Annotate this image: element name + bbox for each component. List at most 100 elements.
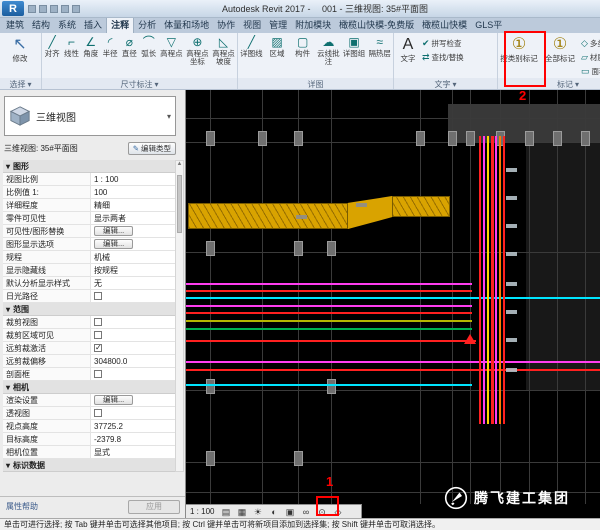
detail-level-icon[interactable]: ▤ [221,506,230,518]
crop-visible-checkbox[interactable] [94,331,102,339]
tab-collaborate[interactable]: 协作 [213,18,239,33]
tab-glsmodel[interactable]: 橄榄山快模 [418,18,471,33]
property-value[interactable]: 37725.2 [91,420,175,432]
detail-component-icon: ▢ [297,35,308,50]
sun-path-icon[interactable]: ☀ [253,506,262,518]
render-settings-button[interactable]: 编辑... [94,395,133,405]
tab-glsmodel-free[interactable]: 橄榄山快模-免费版 [335,18,418,33]
spell-check-button[interactable]: ✔ 拼写检查 [422,38,494,49]
perspective-checkbox[interactable] [94,409,102,417]
property-row: 视点高度37725.2 [3,420,175,433]
shadows-icon[interactable]: ◐ [269,506,278,518]
tab-annotate[interactable]: 注释 [106,18,134,33]
material-tag-button[interactable]: ▱ 材质标记 [581,52,600,63]
find-replace-icon: ⇄ [422,52,430,63]
property-row: 裁剪区域可见 [3,329,175,342]
find-replace-button[interactable]: ⇄ 查找/替换 [422,52,494,63]
panel-label-text[interactable]: 文字▾ [394,78,497,90]
detail-line-button[interactable]: ╱ 详图线 [239,35,264,58]
visual-style-icon[interactable]: ▦ [237,506,246,518]
tab-gls[interactable]: GLS平 [471,18,506,33]
property-value[interactable]: 无 [91,277,175,289]
property-rows: ▾图形 视图比例1 : 100 比例值 1:100 详细程度精细 零件可见性显示… [3,160,175,472]
tab-addins[interactable]: 附加模块 [291,18,335,33]
dim-diameter-button[interactable]: ⌀ 直径 [120,35,138,58]
filled-region-icon: ▨ [271,35,282,50]
property-row: 透视图 [3,407,175,420]
property-row: 图形显示选项编辑... [3,238,175,251]
text-button[interactable]: A 文字 [395,35,421,63]
property-value[interactable]: 1 : 100 [91,173,175,185]
section-camera[interactable]: ▾相机 [3,381,175,394]
section-identity-data[interactable]: ▾标识数据 [3,459,175,472]
property-value[interactable]: 显示两者 [91,212,175,224]
tab-analyze[interactable]: 分析 [134,18,160,33]
tab-insert[interactable]: 插入 [80,18,106,33]
region-button[interactable]: ▨ 区域 [265,35,290,58]
revit-app-menu-icon[interactable]: R [2,1,24,16]
tab-structure[interactable]: 结构 [28,18,54,33]
temporary-hide-isolate-icon[interactable]: ∞ [301,506,310,518]
type-selector-label: 三维视图 [36,109,162,124]
tab-massing-site[interactable]: 体量和场地 [160,18,213,33]
properties-scrollbar[interactable]: ▲ [175,160,184,472]
crop-view-checkbox[interactable] [94,318,102,326]
spot-slope-button[interactable]: ◺ 高程点 坡度 [211,35,236,67]
detail-group-button[interactable]: ▣ 详图组 [342,35,367,58]
tab-view[interactable]: 视图 [239,18,265,33]
section-graphics[interactable]: ▾图形 [3,160,175,173]
panel-label-detail[interactable]: 详图 [238,78,393,90]
dim-aligned-button[interactable]: ╱ 对齐 [43,35,61,58]
print-icon[interactable] [72,5,80,13]
multi-category-tag-button[interactable]: ◇ 多类别 [581,38,600,49]
dim-arclength-button[interactable]: ⌒ 弧长 [140,35,158,58]
redo-icon[interactable] [61,5,69,13]
3d-view-cube-icon [9,105,31,127]
area-tag-icon: ▭ [581,66,590,77]
property-value[interactable]: 显式 [91,446,175,458]
modify-button[interactable]: ↖ 修改 [1,35,39,63]
sun-path-checkbox[interactable] [94,292,102,300]
property-value[interactable]: 机械 [91,251,175,263]
save-icon[interactable] [39,5,47,13]
property-row: 远剪裁偏移304800.0 [3,355,175,368]
open-icon[interactable] [28,5,36,13]
component-button[interactable]: ▢ 构件 [290,35,315,58]
property-value[interactable]: -2379.8 [91,433,175,445]
area-tag-button[interactable]: ▭ 面积标记 [581,66,600,77]
drawing-area[interactable]: 1 : 100 ▤ ▦ ☀ ◐ ▣ ∞ ⊙ ◇ 1 腾飞建工集团 [186,90,600,518]
tab-systems[interactable]: 系统 [54,18,80,33]
panel-label-select[interactable]: 选择▾ [0,78,41,90]
property-value[interactable]: 按规程 [91,264,175,276]
type-selector[interactable]: 三维视图 ▾ [4,96,176,136]
linear-dimension-icon: ⌐ [68,35,75,50]
property-value[interactable]: 精细 [91,199,175,211]
revision-cloud-button[interactable]: ☁ 云线批注 [316,35,341,67]
edit-type-button[interactable]: ✎ 编辑类型 [128,142,176,155]
edit-visibility-button[interactable]: 编辑... [94,226,133,236]
section-box-checkbox[interactable] [94,370,102,378]
panel-label-dimension[interactable]: 尺寸标注▾ [42,78,237,90]
far-clip-active-checkbox[interactable] [94,344,102,352]
edit-graphics-options-button[interactable]: 编辑... [94,239,133,249]
tab-manage[interactable]: 管理 [265,18,291,33]
spot-elevation-button[interactable]: ▽ 高程点 [159,35,184,58]
property-value[interactable]: 100 [91,186,175,198]
section-extents[interactable]: ▾范围 [3,303,175,316]
dim-angular-button[interactable]: ∠ 角度 [82,35,100,58]
crop-view-icon[interactable]: ▣ [285,506,294,518]
property-value[interactable]: 304800.0 [91,355,175,367]
apply-button[interactable]: 应用 [128,500,180,514]
view-scale-button[interactable]: 1 : 100 [190,507,214,516]
dim-linear-button[interactable]: ⌐ 线性 [62,35,80,58]
properties-help-link[interactable]: 属性帮助 [6,501,38,512]
insulation-button[interactable]: ≈ 隔热层 [367,35,392,58]
shaded-region [526,142,600,390]
callout-box-2 [504,31,546,87]
undo-icon[interactable] [50,5,58,13]
spot-coordinate-button[interactable]: ⊕ 高程点 坐标 [185,35,210,67]
property-row: 日光路径 [3,290,175,303]
tab-architecture[interactable]: 建筑 [2,18,28,33]
tag-all-button[interactable]: ① 全部标记 [540,35,580,63]
dim-radial-button[interactable]: ◜ 半径 [101,35,119,58]
